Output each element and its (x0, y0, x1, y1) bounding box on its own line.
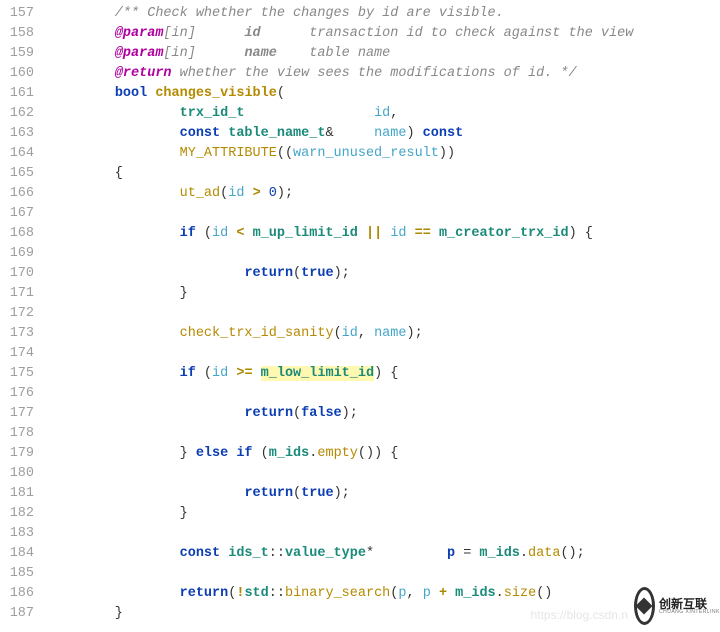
code-line[interactable]: trx_id_t id, (50, 104, 720, 124)
watermark-logo: 创新互联 CHUANG XINTERLINK (630, 580, 720, 632)
line-number: 161 (0, 84, 42, 104)
code-line[interactable]: @param[in] name table name (50, 44, 720, 64)
code-line[interactable]: return(true); (50, 484, 720, 504)
line-number: 166 (0, 184, 42, 204)
code-line[interactable]: const table_name_t& name) const (50, 124, 720, 144)
line-number: 176 (0, 384, 42, 404)
code-line[interactable] (50, 524, 720, 544)
line-number: 181 (0, 484, 42, 504)
line-number: 177 (0, 404, 42, 424)
code-line[interactable]: check_trx_id_sanity(id, name); (50, 324, 720, 344)
line-number: 185 (0, 564, 42, 584)
code-line[interactable]: if (id < m_up_limit_id || id == m_creato… (50, 224, 720, 244)
code-line[interactable] (50, 564, 720, 584)
line-number: 158 (0, 24, 42, 44)
line-number: 186 (0, 584, 42, 604)
code-line[interactable] (50, 204, 720, 224)
code-line[interactable]: @return whether the view sees the modifi… (50, 64, 720, 84)
code-line[interactable]: ut_ad(id > 0); (50, 184, 720, 204)
line-number: 167 (0, 204, 42, 224)
line-number: 175 (0, 364, 42, 384)
line-number: 160 (0, 64, 42, 84)
code-editor: 1571581591601611621631641651661671681691… (0, 0, 720, 632)
line-number: 164 (0, 144, 42, 164)
line-number: 165 (0, 164, 42, 184)
code-line[interactable]: } (50, 284, 720, 304)
line-number: 174 (0, 344, 42, 364)
line-number: 178 (0, 424, 42, 444)
line-number: 163 (0, 124, 42, 144)
code-line[interactable]: @param[in] id transaction id to check ag… (50, 24, 720, 44)
code-line[interactable]: return(!std::binary_search(p, p + m_ids.… (50, 584, 720, 604)
line-number: 173 (0, 324, 42, 344)
code-line[interactable] (50, 344, 720, 364)
code-line[interactable]: MY_ATTRIBUTE((warn_unused_result)) (50, 144, 720, 164)
logo-icon (634, 587, 655, 625)
code-line[interactable] (50, 244, 720, 264)
code-line[interactable] (50, 464, 720, 484)
code-line[interactable]: const ids_t::value_type* p = m_ids.data(… (50, 544, 720, 564)
code-line[interactable] (50, 304, 720, 324)
code-line[interactable]: } (50, 504, 720, 524)
code-line[interactable] (50, 424, 720, 444)
logo-text-en: CHUANG XINTERLINK (659, 610, 720, 615)
line-number: 182 (0, 504, 42, 524)
line-number: 171 (0, 284, 42, 304)
line-number: 180 (0, 464, 42, 484)
line-number: 159 (0, 44, 42, 64)
line-number: 168 (0, 224, 42, 244)
code-line[interactable]: return(false); (50, 404, 720, 424)
logo-text-cn: 创新互联 (659, 598, 720, 610)
code-line[interactable]: bool changes_visible( (50, 84, 720, 104)
line-number: 187 (0, 604, 42, 624)
line-number: 172 (0, 304, 42, 324)
code-area[interactable]: /** Check whether the changes by id are … (42, 0, 720, 632)
line-number: 169 (0, 244, 42, 264)
line-number: 157 (0, 4, 42, 24)
line-number: 162 (0, 104, 42, 124)
code-line[interactable]: { (50, 164, 720, 184)
watermark-url: https://blog.csdn.n (531, 608, 628, 622)
code-line[interactable]: } else if (m_ids.empty()) { (50, 444, 720, 464)
line-number: 179 (0, 444, 42, 464)
line-number: 183 (0, 524, 42, 544)
line-number-gutter: 1571581591601611621631641651661671681691… (0, 0, 42, 632)
code-line[interactable] (50, 384, 720, 404)
line-number: 170 (0, 264, 42, 284)
code-line[interactable]: /** Check whether the changes by id are … (50, 4, 720, 24)
code-line[interactable]: if (id >= m_low_limit_id) { (50, 364, 720, 384)
line-number: 184 (0, 544, 42, 564)
code-line[interactable]: return(true); (50, 264, 720, 284)
